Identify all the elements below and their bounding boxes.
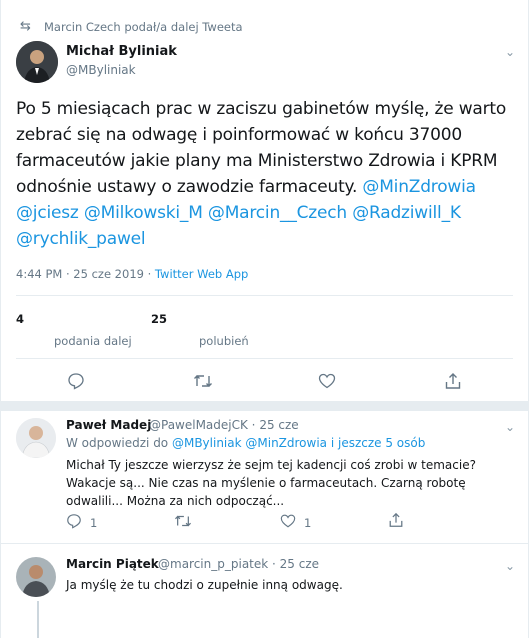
like-count: 1 [304, 516, 312, 530]
tweet-time[interactable]: 4:44 PM · 25 cze 2019 · [16, 267, 155, 281]
reply-count: 1 [90, 516, 98, 530]
reply-to-line: W odpowiedzi do @MByliniak @MinZdrowia i… [66, 436, 425, 450]
likes-count[interactable]: 25 [151, 312, 167, 326]
divider [16, 358, 513, 359]
chevron-down-icon[interactable]: ⌄ [505, 559, 515, 573]
chevron-down-icon[interactable]: ⌄ [505, 420, 515, 434]
retweet-icon[interactable] [193, 372, 213, 395]
retweet-icon[interactable] [174, 513, 192, 533]
author-handle[interactable]: @MByliniak [66, 63, 136, 77]
share-icon[interactable] [444, 372, 462, 395]
section-gap [0, 401, 529, 411]
retweets-count[interactable]: 4 [16, 312, 24, 326]
reply-icon[interactable] [66, 513, 82, 533]
likes-label[interactable]: polubień [199, 334, 249, 348]
avatar[interactable] [16, 41, 58, 83]
tweet-meta: 4:44 PM · 25 cze 2019 · Twitter Web App [16, 267, 248, 281]
reply-to-users[interactable]: @MByliniak @MinZdrowia i jeszcze 5 osób [172, 436, 425, 450]
retweet-context[interactable]: Marcin Czech podał/a dalej Tweeta [44, 20, 243, 34]
retweets-label[interactable]: podania dalej [54, 334, 132, 348]
reply-author-name[interactable]: Marcin Piątek [66, 557, 159, 571]
divider [0, 543, 529, 544]
heart-icon[interactable] [318, 372, 336, 395]
thread-line [37, 601, 39, 638]
share-icon[interactable] [388, 512, 404, 532]
author-name[interactable]: Michał Byliniak [66, 44, 177, 59]
reply-author-handle[interactable]: @PawelMadejCK · 25 cze [149, 418, 299, 432]
reply-text: Ja myślę że tu chodzi o zupełnie inną od… [66, 578, 343, 592]
reply-icon[interactable] [67, 372, 85, 395]
divider [16, 295, 513, 296]
tweet-source[interactable]: Twitter Web App [155, 267, 248, 281]
reply-text: Michał Ty jeszcze wierzysz że sejm tej k… [66, 458, 476, 508]
chevron-down-icon[interactable]: ⌄ [505, 45, 515, 59]
avatar[interactable] [16, 557, 56, 597]
reply-to-prefix: W odpowiedzi do [66, 436, 172, 450]
retweet-icon: ⇆ [20, 19, 31, 34]
avatar[interactable] [16, 418, 56, 458]
reply-author-handle[interactable]: @marcin_p_piatek · 25 cze [158, 557, 319, 571]
reply-author-name[interactable]: Paweł Madej [66, 418, 151, 432]
heart-icon[interactable] [280, 513, 296, 533]
tweet-text: Po 5 miesiącach prac w zaciszu gabinetów… [16, 96, 516, 252]
